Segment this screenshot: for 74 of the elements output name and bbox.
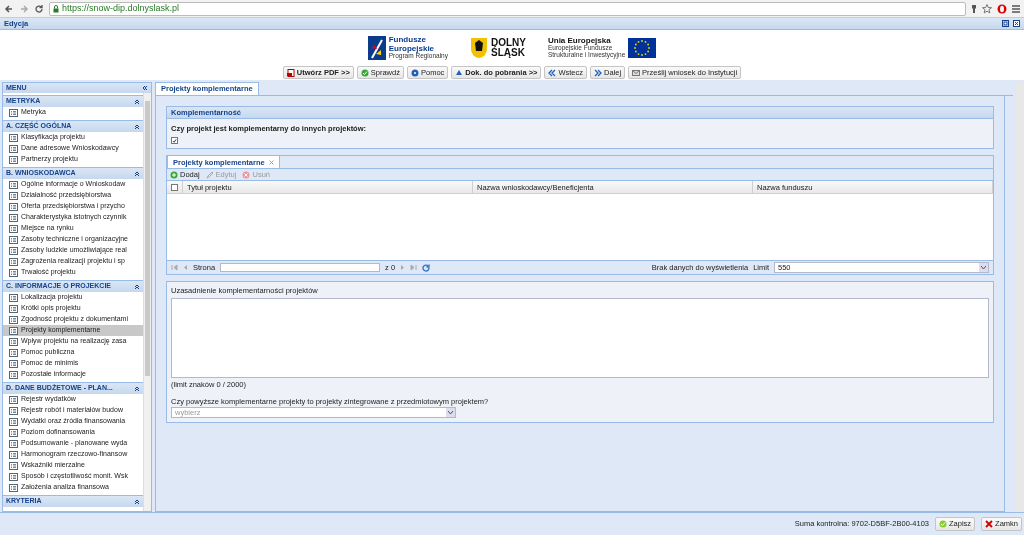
- dropdown-icon: [446, 408, 455, 417]
- list-icon: [9, 304, 18, 313]
- close-icon: [985, 520, 994, 528]
- check-icon: [360, 68, 369, 77]
- page-field[interactable]: [220, 263, 381, 273]
- list-icon: [9, 268, 18, 277]
- pin-icon[interactable]: [971, 3, 977, 14]
- envelope-icon: [632, 68, 641, 77]
- star-icon[interactable]: [982, 3, 992, 14]
- list-icon: [9, 191, 18, 200]
- list-icon: [9, 326, 18, 335]
- collapse-icon[interactable]: [134, 98, 140, 105]
- collapse-icon[interactable]: [134, 283, 140, 290]
- restore-icon[interactable]: [1002, 20, 1009, 27]
- list-icon: [9, 202, 18, 211]
- refresh-icon[interactable]: [422, 263, 431, 272]
- list-icon: [9, 370, 18, 379]
- list-icon: [9, 133, 18, 142]
- flag-logo-icon: [367, 36, 386, 60]
- double-right-icon: [594, 68, 602, 77]
- logo-text: Fundusze: [388, 36, 428, 45]
- reload-icon[interactable]: [34, 3, 44, 14]
- check-icon: [939, 520, 947, 528]
- delete-icon: [242, 170, 251, 179]
- menu-icon[interactable]: [1012, 3, 1020, 14]
- address-bar[interactable]: https://snow-dip.dolnyslask.pl: [49, 1, 966, 16]
- list-icon: [9, 235, 18, 244]
- double-left-icon: [548, 68, 557, 77]
- list-icon: [9, 461, 18, 470]
- list-icon: [9, 348, 18, 357]
- list-icon: [9, 483, 18, 492]
- list-icon: [9, 257, 18, 266]
- list-icon: [9, 439, 18, 448]
- list-icon: [9, 180, 18, 189]
- collapse-icon[interactable]: [134, 123, 140, 130]
- pdf-icon: [286, 68, 295, 77]
- list-icon: [9, 315, 18, 324]
- list-icon: [9, 472, 18, 481]
- list-icon: [9, 359, 18, 368]
- collapse-icon[interactable]: [142, 85, 148, 91]
- back-icon[interactable]: [4, 3, 14, 14]
- collapse-icon[interactable]: [134, 498, 140, 505]
- close-icon[interactable]: [1013, 20, 1020, 27]
- list-icon: [9, 293, 18, 302]
- list-icon: [9, 337, 18, 346]
- up-arrow-icon: [455, 68, 464, 77]
- logo-text: ŚLĄSK: [490, 48, 525, 59]
- logo-text: DOLNY: [490, 37, 526, 48]
- logo-text: Unia Europejska: [547, 37, 611, 46]
- list-icon: [9, 417, 18, 426]
- checkbox[interactable]: [171, 137, 178, 145]
- list-icon: [9, 213, 18, 222]
- checkbox[interactable]: [171, 183, 178, 191]
- scrollbar[interactable]: [1016, 82, 1024, 512]
- collapse-icon[interactable]: [134, 385, 140, 392]
- list-icon: [9, 155, 18, 164]
- pencil-icon: [205, 170, 214, 179]
- shield-logo-icon: [469, 37, 488, 59]
- lock-icon: [53, 4, 59, 13]
- help-icon: [410, 68, 419, 77]
- list-icon: [9, 406, 18, 415]
- collapse-icon[interactable]: [134, 170, 140, 177]
- list-icon: [9, 108, 18, 117]
- logo-text: Europejskie: [388, 44, 435, 53]
- list-icon: [9, 450, 18, 459]
- list-icon: [9, 246, 18, 255]
- list-icon: [9, 428, 18, 437]
- list-icon: [9, 395, 18, 404]
- list-icon: [9, 224, 18, 233]
- opera-icon[interactable]: [997, 3, 1007, 14]
- eu-flag-icon: [628, 38, 657, 58]
- plus-icon: [170, 170, 178, 179]
- list-icon: [9, 144, 18, 153]
- scrollbar[interactable]: [143, 93, 151, 511]
